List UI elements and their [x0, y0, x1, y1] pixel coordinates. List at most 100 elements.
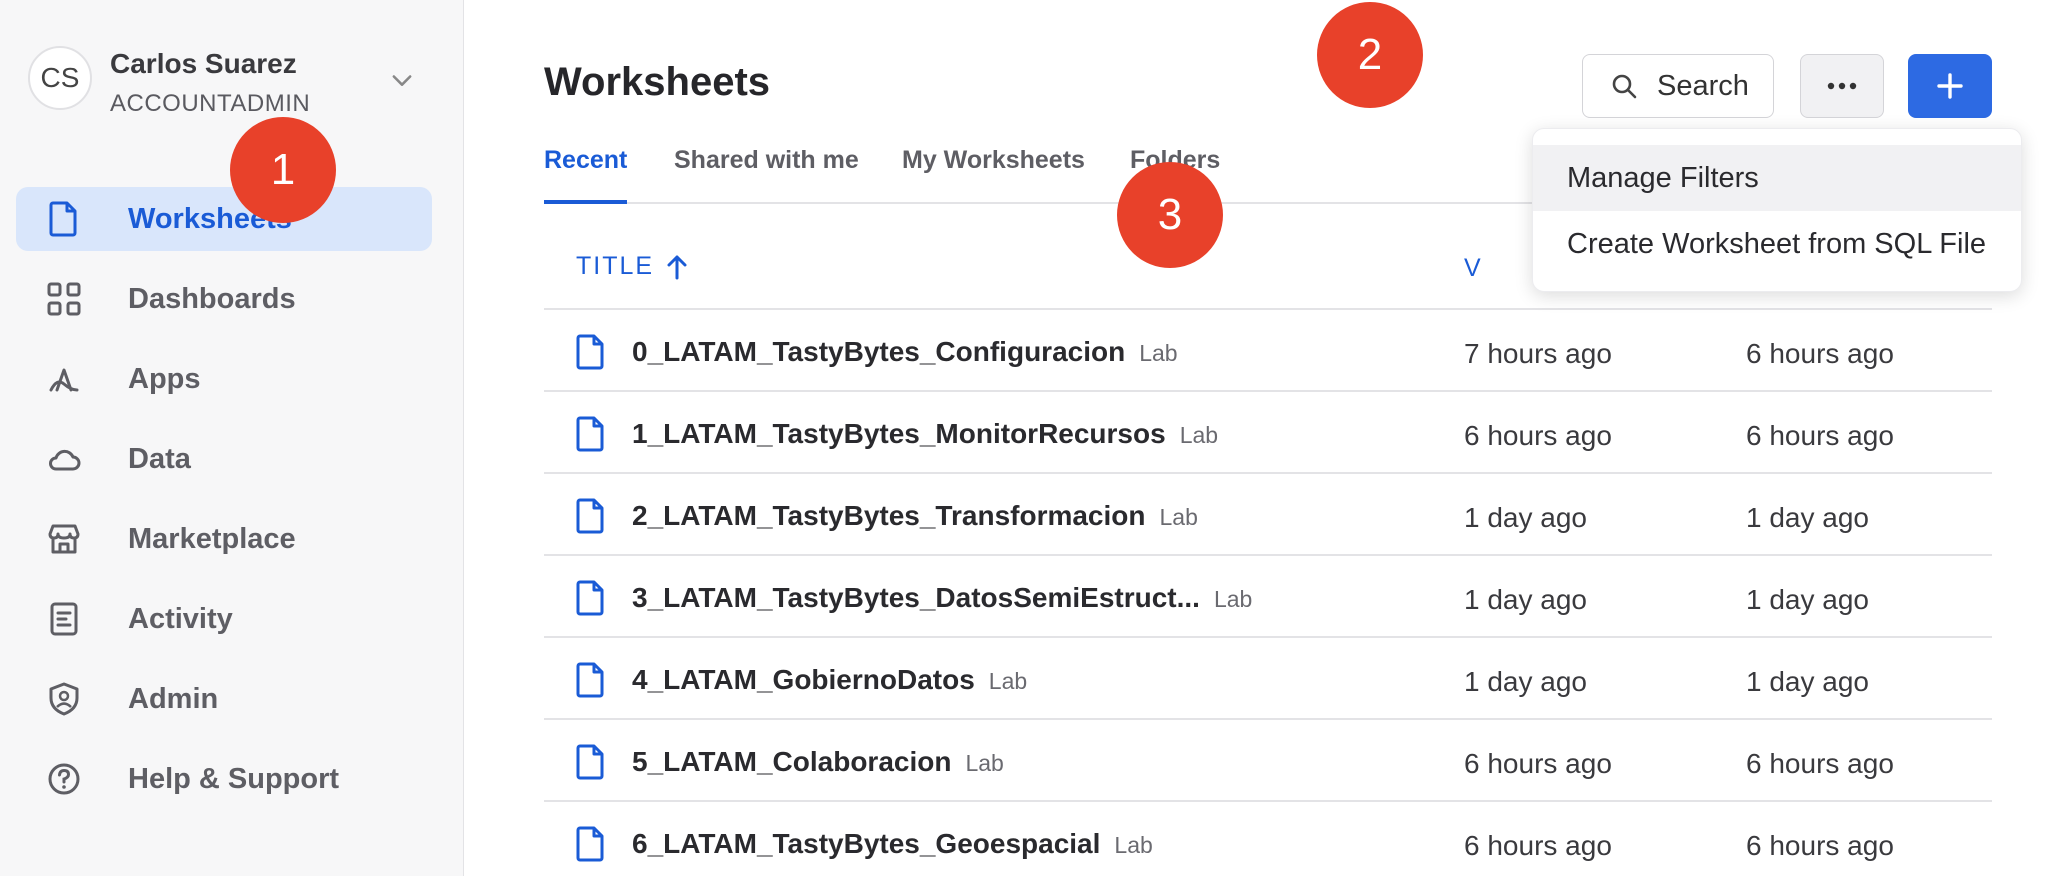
- updated-time: 6 hours ago: [1746, 748, 1894, 779]
- avatar: CS: [28, 46, 92, 110]
- worksheet-title: 1_LATAM_TastyBytes_MonitorRecursos: [632, 418, 1166, 449]
- worksheet-title: 6_LATAM_TastyBytes_Geoespacial: [632, 828, 1101, 859]
- document-icon: [46, 201, 82, 237]
- table-row[interactable]: 0_LATAM_TastyBytes_Configuracion Lab 7 hou…: [544, 310, 1992, 392]
- sidebar-item-dashboards[interactable]: Dashboards: [16, 267, 432, 331]
- document-icon: [576, 662, 606, 698]
- store-icon: [46, 521, 82, 557]
- column-header-label: TITLE: [576, 252, 655, 280]
- worksheet-title: 4_LATAM_GobiernoDatos: [632, 664, 975, 695]
- more-options-button[interactable]: [1800, 54, 1884, 118]
- worksheet-tag: Lab: [988, 668, 1028, 694]
- grid-icon: [46, 281, 82, 317]
- viewed-time: 1 day ago: [1464, 584, 1587, 615]
- search-button[interactable]: Search: [1582, 54, 1774, 118]
- tab-recent[interactable]: Recent: [544, 146, 628, 204]
- annotation-badge: 3: [1117, 162, 1223, 268]
- viewed-time: 7 hours ago: [1464, 338, 1612, 369]
- sidebar-item-admin[interactable]: Admin: [16, 667, 432, 731]
- sidebar-item-help[interactable]: Help & Support: [16, 747, 432, 811]
- table-row[interactable]: 5_LATAM_Colaboracion Lab 6 hours ago 6 hour…: [544, 720, 1992, 802]
- viewed-time: 6 hours ago: [1464, 748, 1612, 779]
- document-icon: [576, 334, 606, 370]
- viewed-time: 6 hours ago: [1464, 830, 1612, 861]
- user-role: ACCOUNTADMIN: [110, 90, 311, 117]
- worksheet-title: 0_LATAM_TastyBytes_Configuracion: [632, 336, 1126, 367]
- updated-time: 6 hours ago: [1746, 420, 1894, 451]
- column-header-viewed[interactable]: V: [1464, 254, 1481, 283]
- worksheet-tag: Lab: [1114, 832, 1153, 858]
- worksheet-name[interactable]: 3_LATAM_TastyBytes_DatosSemiEstruct... La…: [632, 582, 1252, 614]
- help-icon: [46, 761, 82, 797]
- worksheet-tag: Lab: [1179, 422, 1219, 448]
- menu-item-create-from-sql[interactable]: Create Worksheet from SQL File: [1533, 211, 2021, 277]
- table-body: 0_LATAM_TastyBytes_Configuracion Lab 7 hou…: [544, 310, 1992, 876]
- sidebar-nav: Worksheets Dashboards Apps Data Marketpl…: [16, 187, 432, 827]
- document-icon: [576, 498, 606, 534]
- annotation-badge: 1: [230, 117, 336, 223]
- document-icon: [576, 416, 606, 452]
- updated-time: 6 hours ago: [1746, 338, 1894, 369]
- plus-icon: [1937, 73, 1963, 99]
- apps-icon: [46, 361, 82, 397]
- cloud-icon: [46, 441, 82, 477]
- sidebar-item-apps[interactable]: Apps: [16, 347, 432, 411]
- sidebar-item-marketplace[interactable]: Marketplace: [16, 507, 432, 571]
- worksheet-name[interactable]: 1_LATAM_TastyBytes_MonitorRecursos Lab: [632, 418, 1218, 450]
- updated-time: 1 day ago: [1746, 666, 1869, 697]
- worksheets-table: TITLE V 0_LATAM_TastyBytes_Configuracion…: [544, 228, 1992, 876]
- updated-time: 6 hours ago: [1746, 830, 1894, 861]
- sidebar-item-label: Activity: [128, 602, 233, 635]
- worksheet-name[interactable]: 4_LATAM_GobiernoDatos Lab: [632, 664, 1027, 696]
- viewed-time: 1 day ago: [1464, 502, 1587, 533]
- sidebar-item-label: Dashboards: [128, 282, 296, 315]
- worksheet-tag: Lab: [1213, 586, 1253, 612]
- document-icon: [576, 580, 606, 616]
- table-row[interactable]: 1_LATAM_TastyBytes_MonitorRecursos Lab 6 h…: [544, 392, 1992, 474]
- user-menu[interactable]: CS Carlos Suarez ACCOUNTADMIN: [28, 40, 428, 120]
- tab-my-worksheets[interactable]: My Worksheets: [902, 146, 1085, 204]
- worksheet-title: 5_LATAM_Colaboracion: [632, 746, 952, 777]
- worksheet-title: 2_LATAM_TastyBytes_Transformacion: [632, 500, 1146, 531]
- add-worksheet-button[interactable]: [1908, 54, 1992, 118]
- worksheet-name[interactable]: 5_LATAM_Colaboracion Lab: [632, 746, 1004, 778]
- activity-icon: [46, 601, 82, 637]
- column-header-title[interactable]: TITLE: [576, 252, 688, 281]
- updated-time: 1 day ago: [1746, 584, 1869, 615]
- chevron-down-icon[interactable]: [388, 66, 416, 94]
- worksheet-name[interactable]: 6_LATAM_TastyBytes_Geoespacial Lab: [632, 828, 1153, 860]
- search-label: Search: [1657, 69, 1749, 102]
- worksheet-name[interactable]: 2_LATAM_TastyBytes_Transformacion Lab: [632, 500, 1198, 532]
- worksheet-tag: Lab: [965, 750, 1004, 776]
- sidebar-item-data[interactable]: Data: [16, 427, 432, 491]
- table-row[interactable]: 4_LATAM_GobiernoDatos Lab 1 day ago 1 day a…: [544, 638, 1992, 720]
- viewed-time: 6 hours ago: [1464, 420, 1612, 451]
- sidebar-item-label: Marketplace: [128, 522, 296, 555]
- sidebar-item-worksheets[interactable]: Worksheets: [16, 187, 432, 251]
- worksheet-tag: Lab: [1139, 340, 1178, 366]
- table-row[interactable]: 6_LATAM_TastyBytes_Geoespacial Lab 6 hours…: [544, 802, 1992, 876]
- table-row[interactable]: 2_LATAM_TastyBytes_Transformacion Lab 1 da…: [544, 474, 1992, 556]
- worksheet-title: 3_LATAM_TastyBytes_DatosSemiEstruct...: [632, 582, 1200, 613]
- page-title: Worksheets: [544, 60, 771, 104]
- worksheet-tag: Lab: [1159, 504, 1198, 530]
- table-row[interactable]: 3_LATAM_TastyBytes_DatosSemiEstruct... La…: [544, 556, 1992, 638]
- document-icon: [576, 744, 606, 780]
- worksheet-name[interactable]: 0_LATAM_TastyBytes_Configuracion Lab: [632, 336, 1178, 368]
- sidebar-item-label: Apps: [128, 362, 201, 395]
- search-icon: [1612, 74, 1637, 99]
- sidebar-item-activity[interactable]: Activity: [16, 587, 432, 651]
- updated-time: 1 day ago: [1746, 502, 1869, 533]
- document-icon: [576, 826, 606, 862]
- more-options-menu: Manage Filters Create Worksheet from SQL…: [1532, 128, 2022, 292]
- viewed-time: 1 day ago: [1464, 666, 1587, 697]
- arrow-up-icon: [667, 255, 687, 279]
- user-name: Carlos Suarez: [110, 48, 297, 79]
- menu-item-manage-filters[interactable]: Manage Filters: [1533, 145, 2021, 211]
- annotation-badge: 2: [1317, 2, 1423, 108]
- sidebar-item-label: Data: [128, 442, 191, 475]
- tab-shared-with-me[interactable]: Shared with me: [674, 146, 859, 204]
- sidebar-item-label: Help & Support: [128, 762, 340, 795]
- ellipsis-icon: [1827, 82, 1857, 90]
- shield-icon: [46, 681, 82, 717]
